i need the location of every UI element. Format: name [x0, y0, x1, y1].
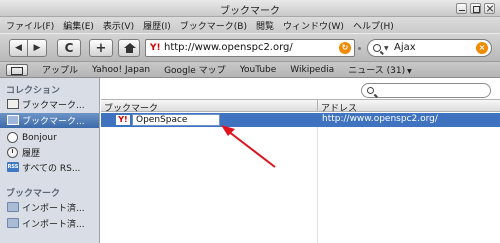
back-arrow-icon: ◀ — [15, 43, 22, 53]
sidebar-item-history[interactable]: 履歴 — [0, 145, 99, 160]
sidebar-item-all-rss[interactable]: RSS すべての RS... — [0, 160, 99, 175]
table-row[interactable]: Y! OpenSpace http://www.openspc2.org/ — [101, 113, 500, 127]
bookmarks-bar-icon — [7, 99, 19, 109]
table-header: ブックマーク アドレス — [101, 99, 500, 114]
plus-icon: + — [95, 40, 107, 56]
bookmarks-bar: アップル Yahoo! Japan Google マップ YouTube Wik… — [0, 61, 500, 78]
reload-small-icon[interactable]: ↻ — [339, 42, 351, 54]
sidebar-item-bookmarks-menu[interactable]: ブックマーク... — [0, 113, 99, 128]
toolbar-separator — [358, 47, 361, 50]
search-field[interactable]: ▼ Ajax × — [367, 39, 492, 57]
sidebar-item-label: ブックマーク... — [22, 117, 85, 127]
menu-bar: ファイル(F) 編集(E) 表示(V) 履歴(I) ブックマーク(B) 閲覧 ウ… — [0, 17, 500, 33]
title-bar: ブックマーク — [0, 0, 500, 17]
menu-view[interactable]: 表示(V) — [103, 19, 134, 32]
show-all-bookmarks-icon[interactable] — [6, 63, 28, 76]
home-button[interactable] — [118, 39, 140, 57]
maximize-button[interactable] — [470, 3, 481, 14]
sidebar-folder-imported-1[interactable]: インポート済... — [0, 200, 99, 215]
menu-browse[interactable]: 閲覧 — [256, 19, 274, 32]
sidebar: コレクション ブックマーク... ブックマーク... Bonjour 履歴 RS… — [0, 78, 100, 243]
bookmark-google-maps[interactable]: Google マップ — [164, 63, 226, 76]
bookmark-address-cell[interactable]: http://www.openspc2.org/ — [322, 114, 438, 124]
sidebar-item-bookmarks-bar[interactable]: ブックマーク... — [0, 97, 99, 112]
clear-search-icon[interactable]: × — [476, 42, 488, 54]
collections-header: コレクション — [6, 86, 61, 96]
site-favicon-icon: Y! — [150, 43, 161, 53]
bookmark-search-input[interactable] — [361, 83, 491, 98]
search-icon — [367, 87, 374, 94]
bonjour-icon — [7, 132, 18, 143]
rss-icon: RSS — [7, 162, 19, 172]
bookmark-youtube[interactable]: YouTube — [240, 65, 277, 75]
address-field[interactable]: Y! http://www.openspc2.org/ ↻ — [145, 39, 355, 57]
bookmarks-window: ブックマーク ファイル(F) 編集(E) 表示(V) 履歴(I) ブックマーク(… — [0, 0, 500, 243]
menu-history[interactable]: 履歴(I) — [143, 19, 171, 32]
menu-help[interactable]: ヘルプ(H) — [353, 19, 394, 32]
bookmarks-header: ブックマーク — [6, 189, 61, 199]
bookmarks-menu-icon — [7, 115, 19, 125]
clock-icon — [7, 147, 18, 158]
site-favicon-icon: Y! — [116, 115, 130, 125]
reload-icon: C — [64, 41, 74, 55]
menu-window[interactable]: ウィンドウ(W) — [283, 19, 344, 32]
menu-file[interactable]: ファイル(F) — [6, 19, 54, 32]
close-button[interactable] — [484, 3, 495, 14]
address-text[interactable]: http://www.openspc2.org/ — [164, 42, 293, 53]
sidebar-item-label: ブックマーク... — [22, 101, 85, 111]
bookmark-wikipedia[interactable]: Wikipedia — [290, 65, 334, 75]
chevron-down-icon: ▼ — [407, 68, 412, 75]
sidebar-item-label: 履歴 — [22, 149, 41, 159]
bookmark-news-label: ニュース (31) — [348, 66, 406, 76]
bookmark-list-pane: ブックマーク アドレス Y! OpenSpace http://www.open… — [101, 78, 500, 243]
column-separator — [317, 127, 318, 243]
sidebar-item-label: インポート済... — [22, 204, 85, 214]
chevron-down-icon[interactable]: ▼ — [384, 45, 389, 52]
minimize-button[interactable] — [456, 3, 467, 14]
sidebar-folder-imported-2[interactable]: インポート済... — [0, 216, 99, 231]
forward-arrow-icon: ▶ — [33, 43, 41, 53]
reload-button[interactable]: C — [57, 39, 81, 57]
sidebar-item-bonjour[interactable]: Bonjour — [0, 130, 99, 145]
toolbar: ◀ ▶ C + Y! http://www.openspc2.org/ ↻ ▼ … — [0, 33, 500, 61]
bookmark-apple[interactable]: アップル — [42, 63, 78, 76]
sidebar-item-label: すべての RS... — [22, 164, 81, 174]
home-icon — [123, 43, 136, 53]
back-button[interactable]: ◀ — [9, 39, 28, 57]
menu-edit[interactable]: 編集(E) — [63, 19, 94, 32]
column-divider[interactable] — [317, 100, 318, 112]
menu-bookmarks[interactable]: ブックマーク(B) — [180, 19, 247, 32]
sidebar-item-label: Bonjour — [22, 132, 57, 143]
window-title: ブックマーク — [220, 6, 280, 17]
bookmark-name-field[interactable]: OpenSpace — [132, 114, 220, 126]
forward-button[interactable]: ▶ — [28, 39, 47, 57]
folder-icon — [7, 202, 19, 212]
search-icon — [373, 44, 381, 52]
folder-icon — [7, 218, 19, 228]
add-bookmark-button[interactable]: + — [89, 39, 113, 57]
search-text[interactable]: Ajax — [394, 42, 416, 53]
bookmark-yahoo-japan[interactable]: Yahoo! Japan — [92, 65, 150, 75]
sidebar-item-label: インポート済... — [22, 220, 85, 230]
bookmark-news-folder[interactable]: ニュース (31) ▼ — [348, 63, 412, 76]
